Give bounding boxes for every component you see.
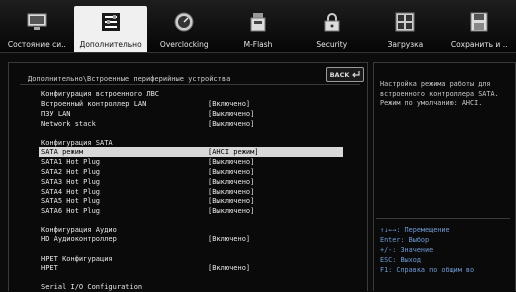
section-title: Serial I/O Configuration [41,283,143,291]
setting-lan-rom[interactable]: ПЗУ LAN [Выключено] [41,109,341,119]
key-hint-value: +/-: Значение [380,246,434,254]
setting-sata5-hotplug[interactable]: SATA5 Hot Plug [Выключено] [41,196,341,206]
setting-name: HD Аудиоконтроллер [41,235,117,243]
setting-name: HPET [41,264,58,272]
setting-sata3-hotplug[interactable]: SATA3 Hot Plug [Выключено] [41,177,341,187]
tab-advanced[interactable]: Дополнительно [73,6,148,52]
setting-value: [AHCI режим] [208,148,259,156]
setting-sata2-hotplug[interactable]: SATA2 Hot Plug [Выключено] [41,167,341,177]
setting-value: [Включено] [208,264,251,272]
key-hint-navigate: ↑↓←→: Перемещение [380,226,450,234]
divider [376,218,510,219]
setting-value: [Выключено] [208,158,255,166]
setting-name: ПЗУ LAN [41,110,71,118]
setting-name: SATA2 Hot Plug [41,168,101,176]
setting-value: [Включено] [208,235,251,243]
setting-hpet[interactable]: HPET [Включено] [41,263,341,273]
monitor-icon [27,13,47,30]
tab-label: Overclocking [159,40,209,49]
tab-label: M-Flash [243,40,273,49]
tab-label: Состояние си.. [7,40,66,49]
save-icon [470,12,488,32]
setting-name: SATA6 Hot Plug [41,207,101,215]
setting-value: [Выключено] [208,110,255,118]
setting-sata6-hotplug[interactable]: SATA6 Hot Plug [Выключено] [41,206,341,216]
boot-icon [395,12,415,32]
setting-name: SATA5 Hot Plug [41,197,101,205]
usb-flash-icon [250,13,266,32]
setting-network-stack[interactable]: Network stack [Выключено] [41,119,341,129]
key-legend: ↑↓←→: Перемещение Enter: Выбор +/-: Знач… [380,225,474,275]
tab-label: Сохранить и .. [450,40,508,49]
setting-value: [Выключено] [208,178,255,186]
speedometer-icon [174,12,194,32]
setting-name: SATA режим [41,148,84,156]
back-button[interactable]: BACK [326,67,364,82]
breadcrumb: Дополнительно\Встроенные периферийные ус… [28,75,231,83]
setting-lan-controller[interactable]: Встроенный контроллер LAN [Включено] [41,99,341,109]
help-description: Настройка режима работы для встроенного … [380,80,499,107]
tab-boot[interactable]: Загрузка [369,0,443,52]
tab-save-exit[interactable]: Сохранить и .. [442,0,516,52]
setting-value: [Выключено] [208,120,255,128]
back-label: BACK [329,70,350,79]
setting-name: SATA3 Hot Plug [41,178,101,186]
tab-label: Дополнительно [79,40,142,49]
key-hint-select: Enter: Выбор [380,236,430,244]
setting-hd-audio[interactable]: HD Аудиоконтроллер [Включено] [41,234,341,244]
setting-sata-mode[interactable]: SATA режим [AHCI режим] [39,147,343,157]
key-hint-help: F1: Справка по общим во [380,266,475,274]
tab-security[interactable]: Security [295,0,369,52]
tab-m-flash[interactable]: M-Flash [221,0,295,52]
tab-label: Загрузка [387,40,424,49]
divider [20,84,360,85]
setting-value: [Выключено] [208,207,255,215]
setting-value: [Выключено] [208,168,255,176]
tab-overclocking[interactable]: Overclocking [147,0,221,52]
setting-value: [Выключено] [208,197,255,205]
setting-value: [Включено] [208,100,251,108]
return-arrow-icon [352,71,360,78]
setting-sata1-hotplug[interactable]: SATA1 Hot Plug [Выключено] [41,157,341,167]
key-hint-exit: ESC: Выход [380,256,421,264]
setting-name: Network stack [41,120,96,128]
lock-icon [324,13,340,32]
section-title: Конфигурация встроенного ЛВС [41,90,160,98]
settings-list-icon [101,13,120,31]
top-nav: Состояние си.. Дополнительно Overclockin… [0,0,516,53]
setting-name: SATA1 Hot Plug [41,158,101,166]
setting-name: Встроенный контроллер LAN [41,100,147,108]
tab-system-status[interactable]: Состояние си.. [0,0,74,52]
tab-label: Security [316,40,348,49]
